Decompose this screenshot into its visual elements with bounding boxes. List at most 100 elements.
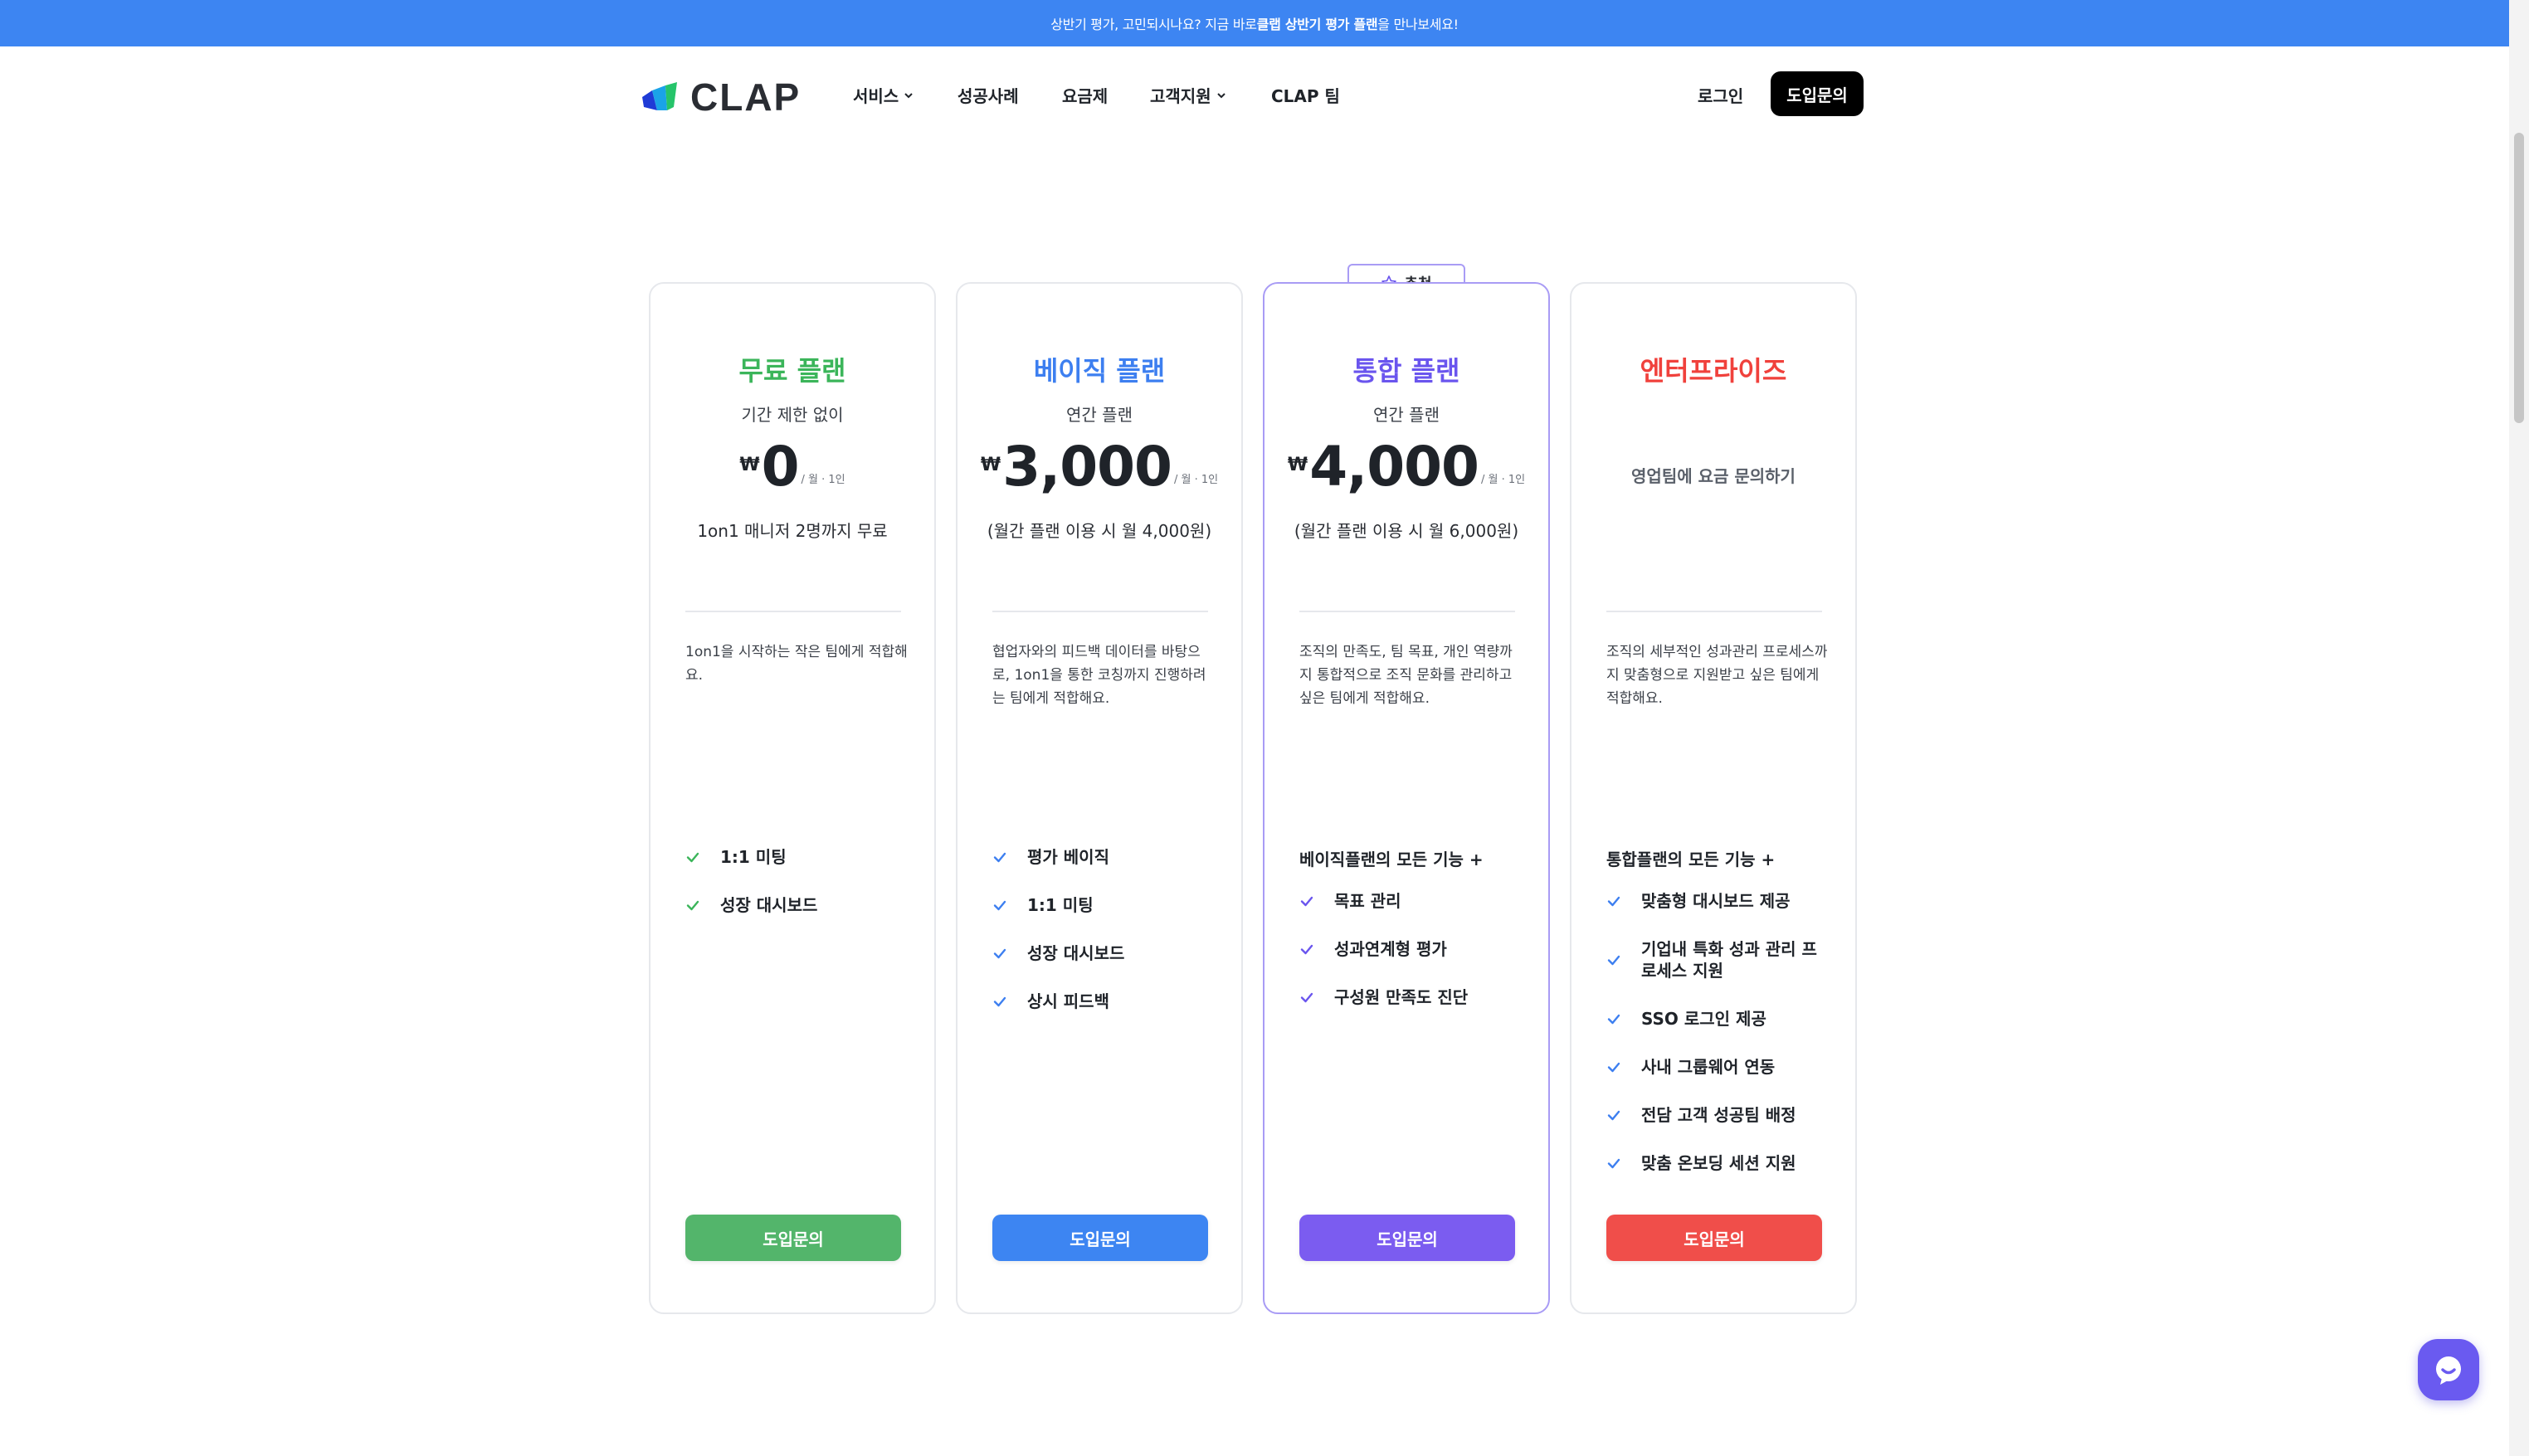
basic-plan-inquiry-button[interactable]: 도입문의 bbox=[992, 1215, 1208, 1261]
check-icon bbox=[1607, 955, 1620, 966]
check-icon bbox=[686, 900, 699, 911]
chevron-down-icon bbox=[1216, 92, 1226, 98]
feature-heading: 통합플랜의 모든 기능 + bbox=[1606, 850, 1776, 869]
check-icon bbox=[993, 948, 1006, 959]
top-nav: CLAP 서비스 성공사례 요금제 고객지원 CLAP 팀 로그인 도입문의 bbox=[0, 46, 2509, 138]
check-icon bbox=[993, 900, 1006, 911]
feature-item: 맞춤 온보딩 세션 지원 bbox=[1606, 1152, 1830, 1174]
feature-item: 평가 베이직 bbox=[992, 846, 1216, 868]
plan-price: ₩ 4,000 / 월 · 1인 bbox=[1264, 440, 1548, 494]
plan-description: 협업자와의 피드백 데이터를 바탕으로, 1on1을 통한 코칭까지 진행하려는… bbox=[992, 644, 1206, 707]
price-note: 1on1 매니저 2명까지 무료 bbox=[697, 521, 888, 541]
integrated-plan-inquiry-button[interactable]: 도입문의 bbox=[1299, 1215, 1515, 1261]
check-icon bbox=[1300, 992, 1313, 1003]
feature-label: 성과연계형 평가 bbox=[1334, 939, 1447, 959]
check-icon bbox=[993, 996, 1006, 1007]
nav-cases[interactable]: 성공사례 bbox=[958, 83, 1019, 107]
plan-card-integrated: 통합 플랜 연간 플랜 ₩ 4,000 / 월 · 1인 (월간 플랜 이용 시… bbox=[1263, 282, 1550, 1314]
page-scrollbar[interactable] bbox=[2509, 0, 2529, 1456]
banner-highlight: 클랩 상반기 평가 플랜 bbox=[1256, 17, 1378, 32]
feature-item: 목표 관리 bbox=[1299, 890, 1523, 912]
currency-symbol: ₩ bbox=[739, 455, 760, 475]
plan-name: 통합 플랜 bbox=[1352, 355, 1460, 387]
feature-item: 맞춤형 대시보드 제공 bbox=[1606, 890, 1830, 912]
nav-team[interactable]: CLAP 팀 bbox=[1271, 83, 1340, 107]
feature-item: 상시 피드백 bbox=[992, 991, 1216, 1012]
divider bbox=[992, 611, 1208, 612]
check-icon bbox=[1607, 1014, 1620, 1025]
feature-item: 구성원 만족도 진단 bbox=[1299, 986, 1523, 1008]
free-plan-inquiry-button[interactable]: 도입문의 bbox=[685, 1215, 901, 1261]
nav-pricing[interactable]: 요금제 bbox=[1062, 83, 1108, 107]
nav-support-label: 고객지원 bbox=[1150, 86, 1211, 106]
scrollbar-thumb[interactable] bbox=[2514, 133, 2524, 423]
nav-team-label: CLAP 팀 bbox=[1271, 86, 1340, 106]
promo-banner[interactable]: 상반기 평가, 고민되시나요? 지금 바로 클랩 상반기 평가 플랜 을 만나보세… bbox=[0, 0, 2509, 46]
login-link[interactable]: 로그인 bbox=[1698, 83, 1743, 107]
banner-prefix: 상반기 평가, 고민되시나요? 지금 바로 bbox=[1050, 17, 1257, 32]
feature-label: SSO 로그인 제공 bbox=[1641, 1009, 1766, 1029]
divider bbox=[1299, 611, 1515, 612]
feature-label: 목표 관리 bbox=[1334, 891, 1401, 911]
price-amount: 0 bbox=[761, 435, 800, 499]
divider bbox=[1606, 611, 1822, 612]
price-amount: 3,000 bbox=[1002, 435, 1172, 499]
banner-suffix: 을 만나보세요! bbox=[1377, 17, 1459, 32]
check-icon bbox=[1607, 1062, 1620, 1073]
chevron-down-icon bbox=[904, 92, 913, 98]
feature-item: 성장 대시보드 bbox=[992, 942, 1216, 964]
plan-subtitle: 기간 제한 없이 bbox=[741, 405, 844, 425]
nav-services[interactable]: 서비스 bbox=[853, 83, 914, 107]
check-icon bbox=[1300, 944, 1313, 955]
check-icon bbox=[1607, 896, 1620, 907]
price-note: (월간 플랜 이용 시 월 4,000원) bbox=[987, 521, 1212, 541]
feature-label: 맞춤 온보딩 세션 지원 bbox=[1641, 1153, 1796, 1173]
feature-label: 구성원 만족도 진단 bbox=[1334, 987, 1469, 1007]
plan-price: ₩ 3,000 / 월 · 1인 bbox=[958, 440, 1241, 494]
plan-name: 무료 플랜 bbox=[738, 355, 846, 387]
currency-symbol: ₩ bbox=[980, 455, 1001, 475]
feature-label: 전담 고객 성공팀 배정 bbox=[1641, 1105, 1796, 1125]
plan-description: 조직의 만족도, 팀 목표, 개인 역량까지 통합적으로 조직 문화를 관리하고… bbox=[1299, 644, 1513, 707]
feature-label: 사내 그룹웨어 연동 bbox=[1641, 1057, 1776, 1077]
feature-label: 평가 베이직 bbox=[1027, 847, 1109, 867]
plan-name: 베이직 플랜 bbox=[1033, 355, 1166, 387]
plan-card-free: 무료 플랜 기간 제한 없이 ₩ 0 / 월 · 1인 1on1 매니저 2명까… bbox=[649, 282, 936, 1314]
feature-heading: 베이직플랜의 모든 기능 + bbox=[1299, 850, 1484, 869]
feature-label: 성장 대시보드 bbox=[1027, 943, 1125, 963]
feature-item: 사내 그룹웨어 연동 bbox=[1606, 1056, 1830, 1078]
nav-services-label: 서비스 bbox=[853, 86, 899, 106]
check-icon bbox=[993, 852, 1006, 863]
clap-logo-icon bbox=[642, 82, 677, 110]
feature-item: 1:1 미팅 bbox=[992, 894, 1216, 916]
plan-name: 엔터프라이즈 bbox=[1640, 355, 1787, 387]
chat-bubble-icon bbox=[2436, 1356, 2461, 1385]
check-icon bbox=[1607, 1158, 1620, 1169]
feature-label: 1:1 미팅 bbox=[1027, 895, 1094, 915]
currency-symbol: ₩ bbox=[1287, 455, 1308, 475]
feature-list: 베이직플랜의 모든 기능 + 목표 관리 성과연계형 평가 구성원 만족도 진단 bbox=[1299, 846, 1523, 1035]
price-unit: / 월 · 1인 bbox=[1173, 474, 1219, 486]
feature-label: 성장 대시보드 bbox=[720, 895, 818, 915]
price-note: (월간 플랜 이용 시 월 6,000원) bbox=[1294, 521, 1519, 541]
feature-list: 1:1 미팅 성장 대시보드 bbox=[685, 846, 909, 942]
price-unit: / 월 · 1인 bbox=[1480, 474, 1526, 486]
logo[interactable]: CLAP bbox=[641, 78, 801, 116]
plan-card-enterprise: 엔터프라이즈 영업팀에 요금 문의하기 조직의 세부적인 성과관리 프로세스까지… bbox=[1570, 282, 1857, 1314]
chat-widget-button[interactable] bbox=[2418, 1339, 2479, 1400]
nav-cases-label: 성공사례 bbox=[958, 86, 1019, 106]
logo-text: CLAP bbox=[690, 75, 802, 119]
feature-item: 기업내 특화 성과 관리 프로세스 지원 bbox=[1606, 938, 1830, 981]
feature-item: 1:1 미팅 bbox=[685, 846, 909, 868]
feature-label: 맞춤형 대시보드 제공 bbox=[1641, 891, 1791, 911]
feature-label: 1:1 미팅 bbox=[720, 847, 787, 867]
feature-item: 성장 대시보드 bbox=[685, 894, 909, 916]
plan-card-basic: 베이직 플랜 연간 플랜 ₩ 3,000 / 월 · 1인 (월간 플랜 이용 … bbox=[956, 282, 1243, 1314]
contact-sales-button[interactable]: 도입문의 bbox=[1771, 71, 1864, 116]
feature-item: 성과연계형 평가 bbox=[1299, 938, 1523, 960]
enterprise-inquiry-button[interactable]: 도입문의 bbox=[1606, 1215, 1822, 1261]
check-icon bbox=[1607, 1110, 1620, 1121]
feature-item: SSO 로그인 제공 bbox=[1606, 1008, 1830, 1030]
nav-support[interactable]: 고객지원 bbox=[1150, 83, 1226, 107]
plan-subtitle: 연간 플랜 bbox=[1373, 405, 1440, 425]
